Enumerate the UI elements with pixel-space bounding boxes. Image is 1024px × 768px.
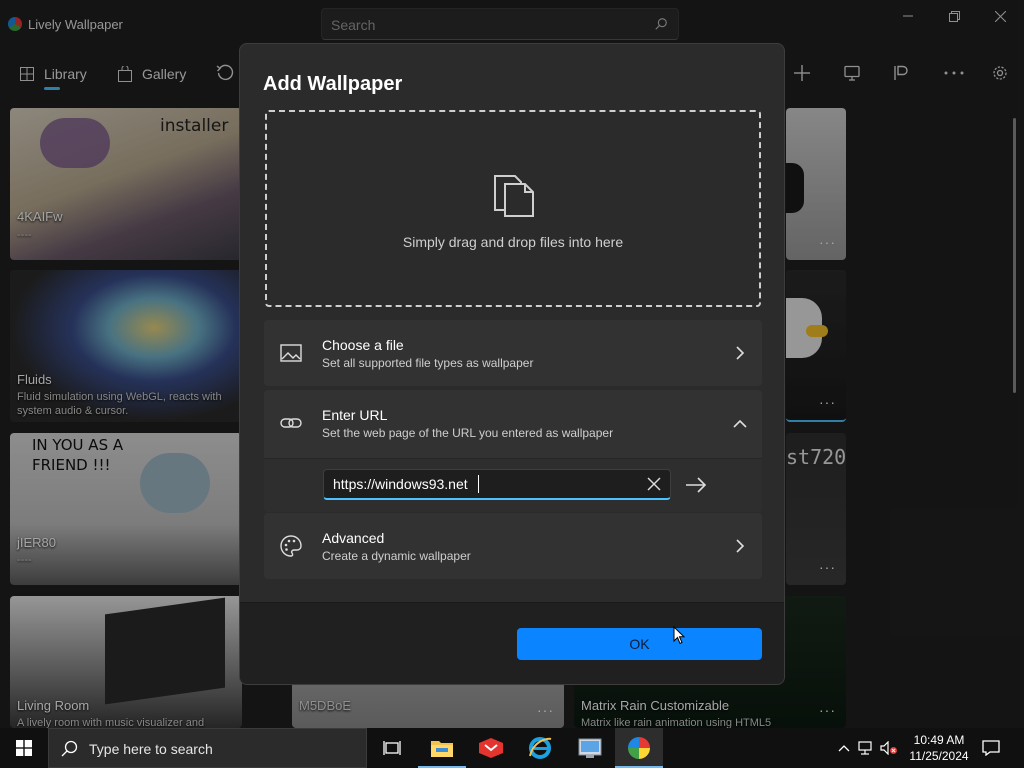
internet-explorer-icon: [529, 737, 552, 759]
advanced-subtitle: Create a dynamic wallpaper: [322, 549, 471, 563]
taskbar-search-box[interactable]: Type here to search: [48, 728, 367, 768]
task-view-button[interactable]: [368, 728, 416, 768]
file-drop-zone[interactable]: Simply drag and drop files into here: [265, 110, 761, 307]
volume-muted-icon[interactable]: [880, 741, 898, 755]
search-icon: [61, 740, 78, 757]
arrow-right-icon[interactable]: [684, 473, 708, 497]
advanced-title: Advanced: [322, 530, 385, 546]
taskbar-control-panel[interactable]: [566, 728, 614, 768]
clock-date: 11/25/2024: [909, 749, 969, 763]
clear-icon[interactable]: [646, 476, 662, 492]
task-view-icon: [383, 741, 401, 755]
enter-url-option[interactable]: Enter URL Set the web page of the URL yo…: [264, 390, 762, 458]
chevron-right-icon: [736, 539, 745, 553]
url-input-panel: https://windows93.net: [264, 458, 762, 512]
clock-time: 10:49 AM: [913, 733, 965, 747]
url-input[interactable]: https://windows93.net: [323, 469, 671, 500]
chevron-up-icon[interactable]: [838, 744, 850, 752]
link-icon: [280, 418, 302, 428]
advanced-option[interactable]: Advanced Create a dynamic wallpaper: [264, 513, 762, 579]
taskbar-search-placeholder: Type here to search: [89, 741, 213, 757]
image-icon: [280, 344, 302, 362]
choose-file-option[interactable]: Choose a file Set all supported file typ…: [264, 320, 762, 386]
choose-file-title: Choose a file: [322, 337, 404, 353]
taskbar-lively-wallpaper[interactable]: [615, 728, 663, 768]
enter-url-title: Enter URL: [322, 407, 388, 423]
choose-file-subtitle: Set all supported file types as wallpape…: [322, 356, 534, 370]
taskbar-internet-explorer[interactable]: [516, 728, 564, 768]
network-icon[interactable]: [858, 741, 874, 755]
notifications-button[interactable]: [968, 728, 1014, 768]
lively-app-window: Lively Wallpaper Search Library Gallery: [0, 0, 1024, 728]
system-tray: [838, 728, 898, 768]
taskbar-clock[interactable]: 10:49 AM 11/25/2024: [900, 732, 978, 764]
taskbar-app-red[interactable]: [467, 728, 515, 768]
drop-zone-text: Simply drag and drop files into here: [402, 234, 624, 250]
enter-url-subtitle: Set the web page of the URL you entered …: [322, 426, 614, 440]
chevron-right-icon: [736, 346, 745, 360]
palette-icon: [280, 535, 302, 557]
windows-taskbar: Type here to search 10:49 AM 11/25/2024: [0, 728, 1024, 768]
mouse-cursor-icon: [673, 626, 685, 645]
chevron-up-icon: [733, 419, 747, 428]
taskbar-file-explorer[interactable]: [418, 728, 466, 768]
copy-files-icon: [494, 175, 534, 217]
text-caret: [478, 475, 479, 493]
add-wallpaper-dialog: Add Wallpaper Simply drag and drop files…: [239, 43, 785, 685]
folder-icon: [431, 741, 453, 757]
lively-logo-icon: [628, 737, 650, 759]
ok-button[interactable]: OK: [517, 628, 762, 660]
notification-icon: [982, 740, 1000, 756]
url-input-value: https://windows93.net: [333, 476, 468, 492]
control-panel-app-icon: [578, 738, 602, 758]
red-app-icon: [479, 738, 503, 758]
windows-logo-icon: [16, 740, 32, 756]
start-button[interactable]: [0, 728, 48, 768]
dialog-title: Add Wallpaper: [263, 73, 403, 95]
